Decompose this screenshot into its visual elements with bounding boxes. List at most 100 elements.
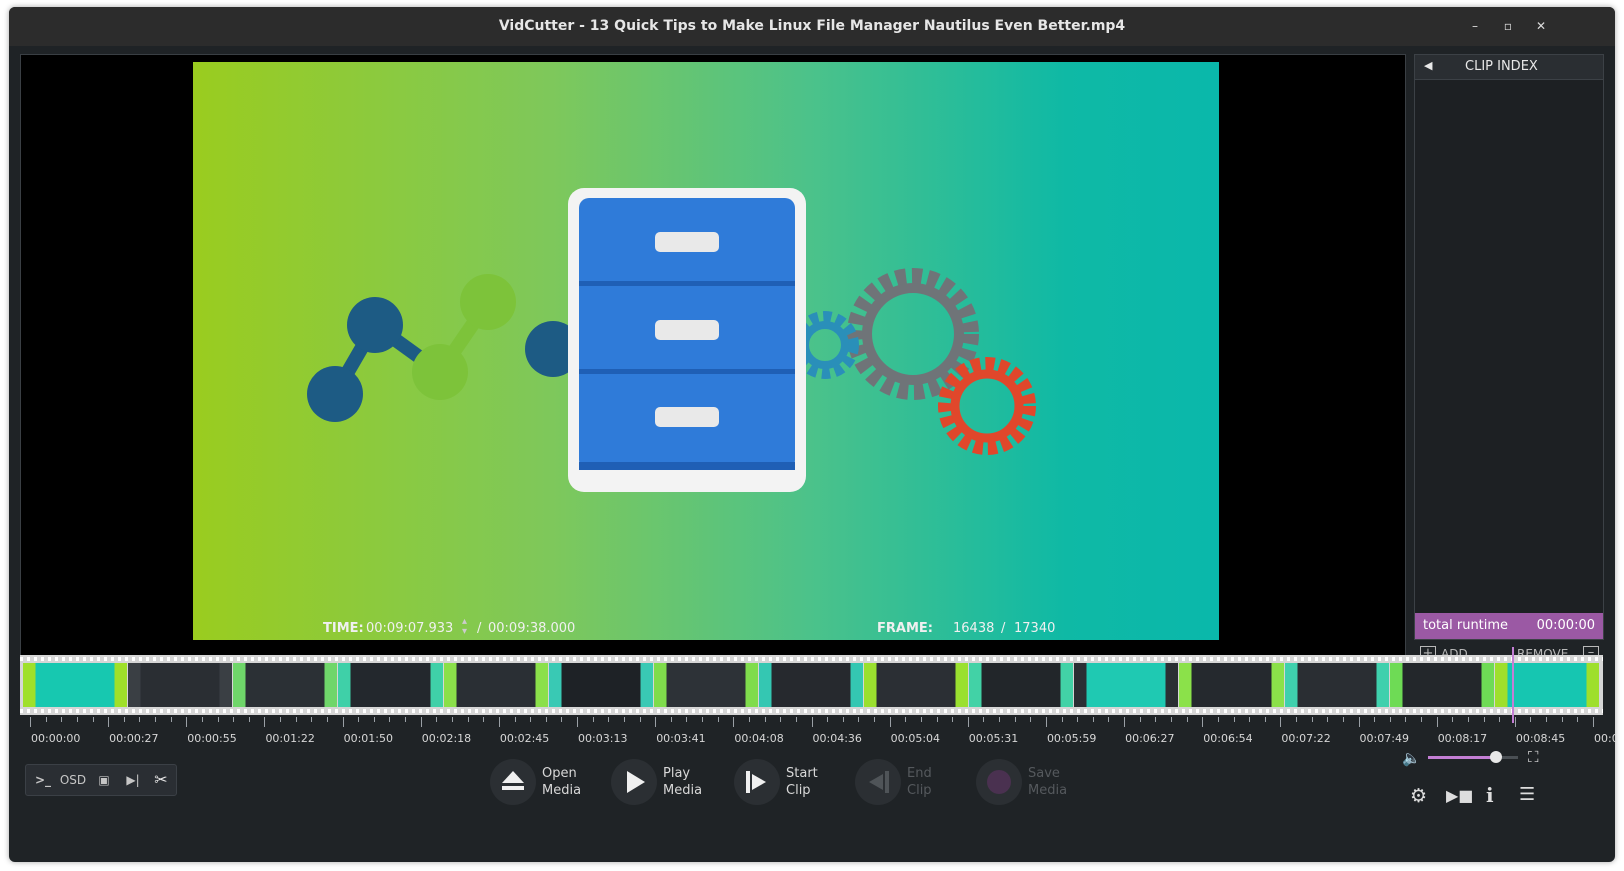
- timeline-thumbnail: [23, 663, 128, 707]
- ruler-tick: [108, 717, 110, 727]
- save-media-button[interactable]: Save Media: [976, 759, 1086, 809]
- ruler-minor-tick: [842, 717, 844, 722]
- ruler-tick: [1593, 717, 1594, 727]
- ruler-minor-tick: [1077, 717, 1079, 722]
- time-spinner[interactable]: ▴ ▾: [462, 617, 467, 637]
- start-clip-icon: [734, 759, 780, 805]
- play-media-line1: Play: [663, 766, 691, 781]
- ruler-minor-tick: [405, 717, 407, 722]
- ruler-minor-tick: [1421, 717, 1423, 722]
- ruler-label: 00:00:00: [31, 732, 81, 745]
- frame-separator: /: [1001, 621, 1006, 636]
- volume-slider[interactable]: [1428, 751, 1518, 763]
- gear-icon[interactable]: ⚙: [1410, 785, 1427, 807]
- record-icon: [976, 759, 1022, 805]
- timeline-thumbnail: [758, 663, 864, 707]
- fullscreen-icon[interactable]: ⛶: [1528, 748, 1539, 766]
- play-media-button[interactable]: Play Media: [611, 759, 721, 809]
- save-media-line1: Save: [1028, 766, 1060, 781]
- list-icon[interactable]: ☰: [1519, 784, 1535, 805]
- scissors-icon[interactable]: ✂: [148, 765, 174, 795]
- ruler-minor-tick: [1186, 717, 1188, 722]
- volume-knob[interactable]: [1490, 751, 1503, 763]
- minimize-button[interactable]: –: [1465, 17, 1485, 35]
- ruler-minor-tick: [295, 717, 297, 722]
- ruler-minor-tick: [514, 717, 516, 722]
- ruler-minor-tick: [358, 717, 360, 722]
- ruler-label: 00:08:45: [1515, 732, 1566, 745]
- volume-fill: [1428, 756, 1497, 759]
- time-value: 00:09:07.933: [366, 621, 454, 636]
- eject-icon: [490, 759, 536, 805]
- ruler-minor-tick: [233, 717, 235, 722]
- ruler-minor-tick: [748, 717, 750, 722]
- frame-label: FRAME:: [877, 621, 933, 636]
- ruler-minor-tick: [483, 717, 485, 722]
- ruler-minor-tick: [1405, 717, 1407, 722]
- ruler-tick: [1280, 717, 1282, 727]
- runtime-value: 00:00:00: [1536, 618, 1595, 633]
- ruler-minor-tick: [280, 717, 282, 722]
- playhead[interactable]: [1511, 647, 1514, 723]
- start-clip-line2: Clip: [786, 783, 811, 798]
- ruler-minor-tick: [326, 717, 328, 722]
- ruler-minor-tick: [76, 717, 78, 722]
- timeline-thumbnail: [1179, 663, 1284, 707]
- start-clip-line1: Start: [786, 766, 818, 781]
- info-icon[interactable]: i: [1486, 783, 1494, 807]
- ruler-minor-tick: [1030, 717, 1032, 722]
- collapse-arrow-icon[interactable]: ◀: [1424, 59, 1432, 72]
- ruler-tick: [30, 717, 31, 727]
- ruler-minor-tick: [1374, 717, 1376, 722]
- ruler-minor-tick: [1139, 717, 1141, 722]
- maximize-button[interactable]: ▫: [1498, 17, 1518, 35]
- ruler-label: 00:01:22: [265, 732, 315, 745]
- ruler-minor-tick: [1092, 717, 1094, 722]
- video-player[interactable]: [20, 54, 1406, 669]
- ruler-minor-tick: [623, 717, 625, 722]
- ruler-minor-tick: [1296, 717, 1298, 722]
- timeline-thumbnail: [653, 663, 758, 707]
- open-media-button[interactable]: Open Media: [490, 759, 600, 809]
- runtime-label: total runtime: [1423, 618, 1509, 633]
- ruler-minor-tick: [999, 717, 1001, 722]
- skip-end-icon[interactable]: ▶|: [120, 765, 146, 795]
- ruler-tick: [1202, 717, 1204, 727]
- ruler-label: 00:00:27: [109, 732, 159, 745]
- ruler-minor-tick: [717, 717, 719, 722]
- ruler-tick: [1124, 717, 1126, 727]
- title-bar: VidCutter - 13 Quick Tips to Make Linux …: [9, 7, 1615, 46]
- ruler-minor-tick: [1170, 717, 1172, 722]
- thumbnail-icon[interactable]: ▣: [90, 765, 118, 795]
- ruler-minor-tick: [1249, 717, 1251, 722]
- ruler-minor-tick: [764, 717, 766, 722]
- total-runtime-bar: total runtime 00:00:00: [1415, 613, 1603, 639]
- ruler-tick: [1358, 717, 1360, 727]
- timeline-filmstrip[interactable]: [20, 655, 1603, 715]
- ruler-label: 00:07:49: [1359, 732, 1409, 745]
- ruler-minor-tick: [1389, 717, 1391, 722]
- volume-icon[interactable]: 🔈: [1402, 749, 1421, 767]
- ruler-minor-tick: [1311, 717, 1313, 722]
- end-clip-button[interactable]: End Clip: [855, 759, 965, 809]
- ruler-minor-tick: [1108, 717, 1110, 722]
- console-icon[interactable]: >_: [30, 765, 56, 795]
- film-sprocket-holes: [20, 657, 1603, 661]
- video-camera-icon[interactable]: ▶■: [1446, 786, 1473, 805]
- timeline-thumbnail: [548, 663, 653, 707]
- ruler-label: 00:09:12: [1594, 732, 1615, 745]
- osd-toggle[interactable]: OSD: [58, 765, 88, 795]
- ruler-minor-tick: [311, 717, 313, 722]
- ruler-minor-tick: [1561, 717, 1563, 722]
- ruler-minor-tick: [1342, 717, 1344, 722]
- ruler-minor-tick: [139, 717, 141, 722]
- clip-index-panel: ◀ CLIP INDEX total runtime 00:00:00: [1414, 54, 1604, 640]
- timeline-ruler: 00:00:00 00:00:27 00:00:55 00:01:22 00:01:50…: [20, 717, 1615, 747]
- ruler-minor-tick: [1155, 717, 1157, 722]
- ruler-label: 00:06:54: [1203, 732, 1253, 745]
- start-clip-button[interactable]: Start Clip: [734, 759, 844, 809]
- clip-index-title: CLIP INDEX: [1465, 59, 1538, 74]
- ruler-minor-tick: [936, 717, 938, 722]
- ruler-label: 00:07:22: [1281, 732, 1331, 745]
- close-button[interactable]: ✕: [1531, 17, 1551, 35]
